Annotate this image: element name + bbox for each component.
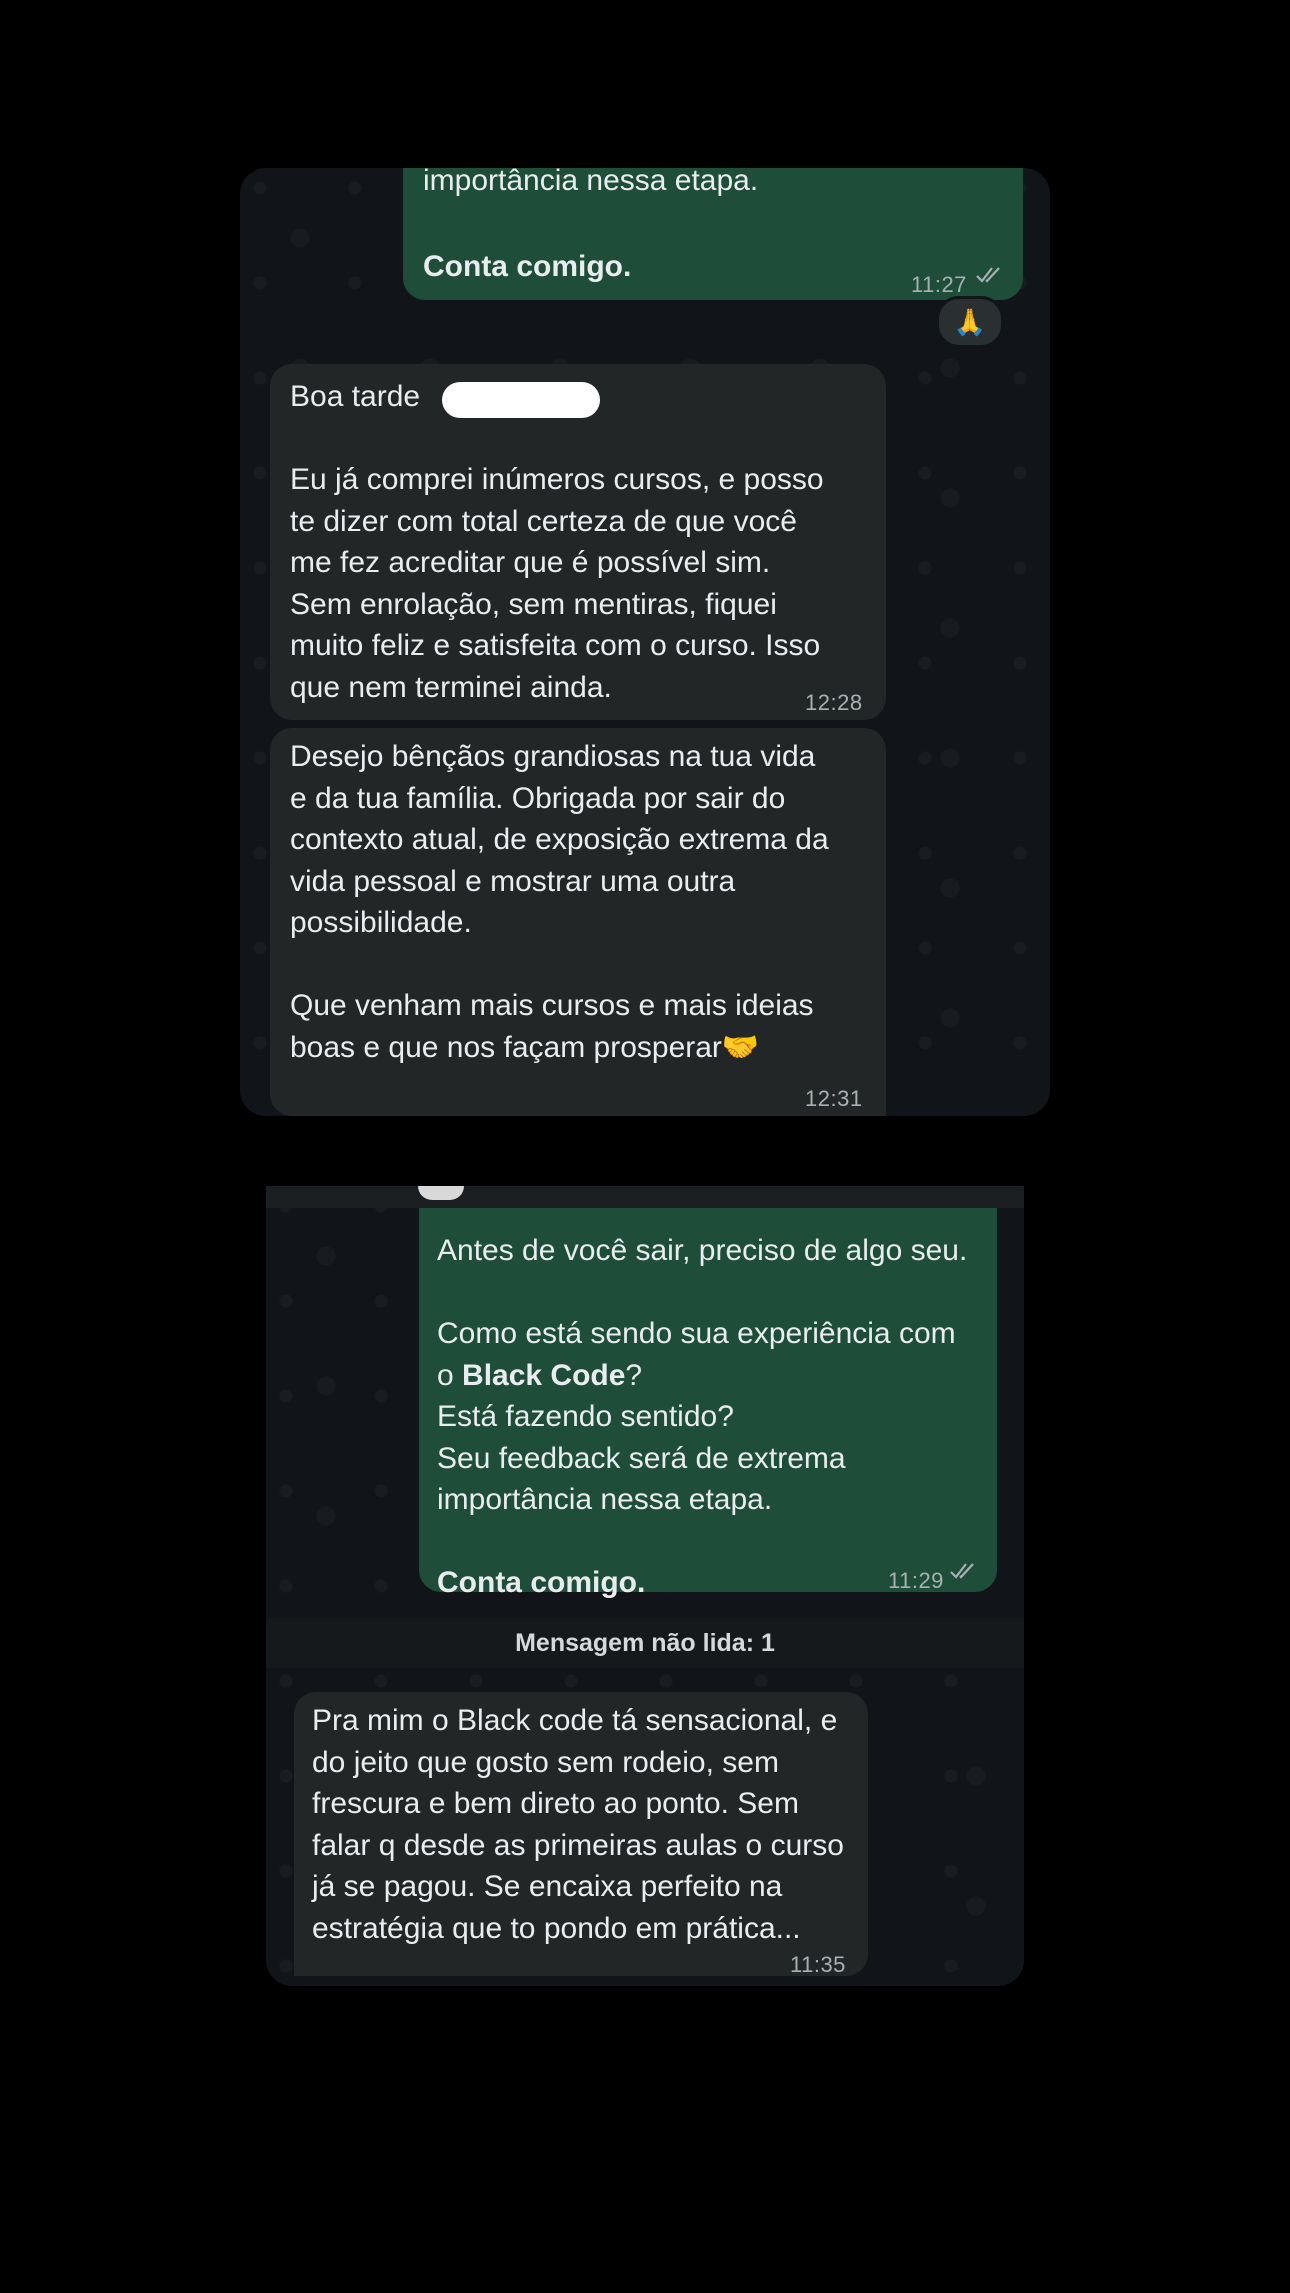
avatar [418, 1186, 464, 1200]
message-text: Antes de você sair, preciso de algo seu.… [437, 1230, 993, 1604]
message-time: 12:28 [805, 690, 863, 715]
message-text: Pra mim o Black code tá sensacional, e d… [312, 1704, 844, 1945]
incoming-message[interactable]: Boa tarde Eu já comprei inúmeros cursos,… [270, 364, 886, 720]
message-time: 12:31 [805, 1086, 863, 1111]
product-name: Black Code [462, 1358, 626, 1392]
message-time: 11:29 [888, 1568, 944, 1593]
message-text: importância nessa etapa. [423, 164, 759, 197]
outgoing-message[interactable]: importância nessa etapa. Conta comigo. 1… [403, 164, 1023, 300]
message-sign-off: Conta comigo. [437, 1566, 646, 1599]
double-check-icon [950, 1563, 974, 1579]
message-time: 11:35 [790, 1952, 846, 1977]
unread-label: Mensagem não lida: 1 [515, 1628, 775, 1657]
outgoing-message[interactable]: Antes de você sair, preciso de algo seu.… [419, 1208, 997, 1599]
chat-top-strip [266, 1186, 1024, 1208]
redacted-name [442, 382, 600, 418]
incoming-message[interactable]: Pra mim o Black code tá sensacional, e d… [294, 1692, 868, 1977]
message-greeting: Boa tarde [290, 380, 421, 413]
message-line: Antes de você sair, preciso de algo seu. [437, 1234, 968, 1267]
incoming-message[interactable]: Desejo bênçãos grandiosas na tua vida e … [270, 728, 886, 1116]
message-line: Está fazendo sentido? Seu feedback será … [437, 1400, 846, 1516]
reaction-badge[interactable]: 🙏 [936, 296, 1004, 348]
message-text: Eu já comprei inúmeros cursos, e posso t… [290, 463, 824, 704]
double-check-icon [976, 267, 1000, 283]
pray-emoji-icon: 🙏 [953, 306, 987, 337]
message-text: Desejo bênçãos grandiosas na tua vida e … [290, 740, 829, 1064]
message-line: ? [625, 1358, 643, 1392]
message-sign-off: Conta comigo. [423, 250, 632, 283]
unread-messages-divider: Mensagem não lida: 1 [266, 1618, 1024, 1668]
